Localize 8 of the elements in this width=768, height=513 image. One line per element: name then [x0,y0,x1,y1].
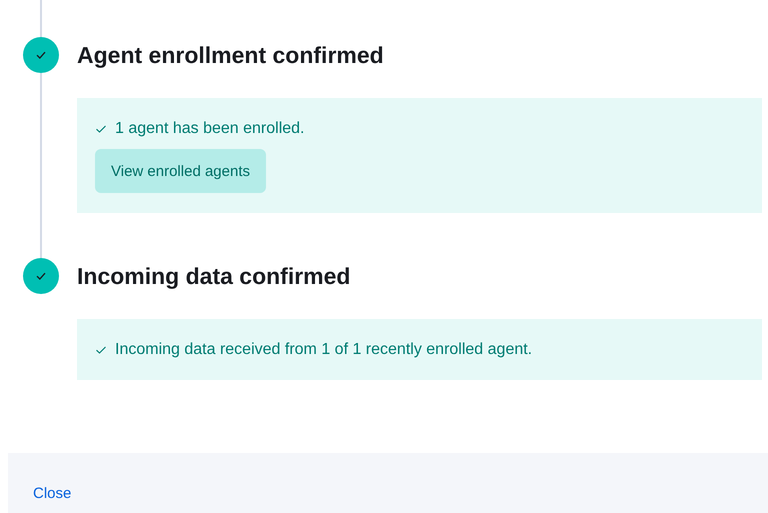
close-link[interactable]: Close [33,485,72,502]
callout-message: Incoming data received from 1 of 1 recently enrolled agent. [115,340,532,360]
check-icon [95,344,107,356]
step-title: Agent enrollment confirmed [77,41,385,70]
callout-message: 1 agent has been enrolled. [115,119,304,139]
view-enrolled-agents-button[interactable]: View enrolled agents [95,149,266,193]
step-title: Incoming data confirmed [77,262,352,291]
check-icon [95,122,107,134]
